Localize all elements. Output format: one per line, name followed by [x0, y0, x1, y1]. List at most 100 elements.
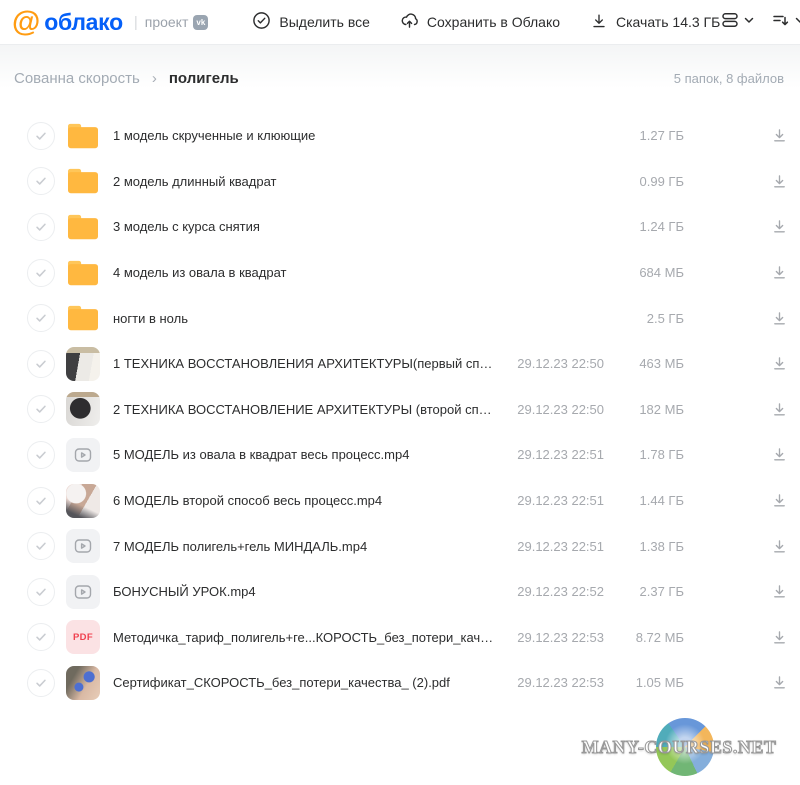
- file-row[interactable]: 2 ТЕХНИКА ВОССТАНОВЛЕНИЕ АРХИТЕКТУРЫ (вт…: [0, 387, 800, 433]
- save-to-cloud-label: Сохранить в Облако: [427, 14, 560, 30]
- folder-icon: [66, 303, 100, 333]
- toolbar-actions: Выделить все Сохранить в Облако Скачать …: [252, 11, 720, 33]
- row-download-button[interactable]: [770, 400, 788, 418]
- file-row[interactable]: PDF Методичка_тариф_полигель+ге...КОРОСТ…: [0, 615, 800, 661]
- file-name[interactable]: ногти в ноль: [113, 311, 496, 326]
- row-checkbox[interactable]: [27, 167, 55, 195]
- file-icon-cell: PDF: [66, 620, 100, 654]
- file-name[interactable]: Методичка_тариф_полигель+ге...КОРОСТЬ_бе…: [113, 630, 496, 645]
- row-checkbox[interactable]: [27, 669, 55, 697]
- file-name[interactable]: Сертификат_СКОРОСТЬ_без_потери_качества_…: [113, 675, 496, 690]
- row-checkbox[interactable]: [27, 487, 55, 515]
- file-date: 29.12.23 22:51: [496, 447, 604, 462]
- row-download-button[interactable]: [770, 583, 788, 601]
- row-checkbox[interactable]: [27, 395, 55, 423]
- file-size: 1.27 ГБ: [604, 128, 684, 143]
- row-checkbox[interactable]: [27, 213, 55, 241]
- file-size: 2.37 ГБ: [604, 584, 684, 599]
- row-download-button[interactable]: [770, 537, 788, 555]
- file-name[interactable]: 3 модель с курса снятия: [113, 219, 496, 234]
- download-icon: [771, 310, 788, 327]
- file-name[interactable]: 2 модель длинный квадрат: [113, 174, 496, 189]
- file-name[interactable]: 4 модель из овала в квадрат: [113, 265, 496, 280]
- file-row[interactable]: 1 ТЕХНИКА ВОССТАНОВЛЕНИЯ АРХИТЕКТУРЫ(пер…: [0, 341, 800, 387]
- download-icon: [590, 12, 608, 33]
- file-row[interactable]: БОНУСНЫЙ УРОК.mp4 29.12.23 22:52 2.37 ГБ: [0, 569, 800, 615]
- file-row[interactable]: 1 модель скрученные и клюющие 1.27 ГБ: [0, 113, 800, 159]
- file-row[interactable]: 3 модель с курса снятия 1.24 ГБ: [0, 204, 800, 250]
- breadcrumb-parent-link[interactable]: Сованна скорость: [14, 70, 140, 87]
- row-checkbox[interactable]: [27, 623, 55, 651]
- file-row[interactable]: ногти в ноль 2.5 ГБ: [0, 295, 800, 341]
- row-checkbox[interactable]: [27, 532, 55, 560]
- list-view-icon: [720, 10, 740, 35]
- row-download-button[interactable]: [770, 446, 788, 464]
- row-checkbox[interactable]: [27, 122, 55, 150]
- brand-divider: |: [134, 14, 138, 31]
- row-download-button[interactable]: [770, 492, 788, 510]
- download-icon: [771, 401, 788, 418]
- download-icon: [771, 355, 788, 372]
- file-date: 29.12.23 22:53: [496, 675, 604, 690]
- check-circle-icon: [252, 11, 271, 33]
- file-name[interactable]: 2 ТЕХНИКА ВОССТАНОВЛЕНИЕ АРХИТЕКТУРЫ (вт…: [113, 402, 496, 417]
- cloud-logo[interactable]: @ облако | проект vk: [12, 8, 208, 37]
- file-size: 1.38 ГБ: [604, 539, 684, 554]
- file-thumbnail: [66, 347, 100, 381]
- project-label: проект: [145, 14, 189, 30]
- file-row[interactable]: 4 модель из овала в квадрат 684 МБ: [0, 250, 800, 296]
- row-download-button[interactable]: [770, 309, 788, 327]
- sort-button[interactable]: [771, 10, 800, 35]
- download-all-button[interactable]: Скачать 14.3 ГБ: [590, 12, 720, 33]
- row-download-button[interactable]: [770, 674, 788, 692]
- file-name[interactable]: 7 МОДЕЛЬ полигель+гель МИНДАЛЬ.mp4: [113, 539, 496, 554]
- file-size: 1.78 ГБ: [604, 447, 684, 462]
- row-checkbox[interactable]: [27, 304, 55, 332]
- file-name[interactable]: 1 ТЕХНИКА ВОССТАНОВЛЕНИЯ АРХИТЕКТУРЫ(пер…: [113, 356, 496, 371]
- file-date: 29.12.23 22:51: [496, 539, 604, 554]
- folder-icon: [66, 121, 100, 151]
- row-download-button[interactable]: [770, 127, 788, 145]
- row-checkbox[interactable]: [27, 350, 55, 378]
- select-all-button[interactable]: Выделить все: [252, 11, 370, 33]
- download-icon: [771, 538, 788, 555]
- row-download-button[interactable]: [770, 355, 788, 373]
- file-thumbnail: [66, 484, 100, 518]
- check-icon: [34, 311, 48, 325]
- download-icon: [771, 173, 788, 190]
- file-name[interactable]: 5 МОДЕЛЬ из овала в квадрат весь процесс…: [113, 447, 496, 462]
- file-name[interactable]: БОНУСНЫЙ УРОК.mp4: [113, 584, 496, 599]
- row-checkbox[interactable]: [27, 441, 55, 469]
- save-to-cloud-button[interactable]: Сохранить в Облако: [400, 11, 560, 33]
- file-row[interactable]: 6 МОДЕЛЬ второй способ весь процесс.mp4 …: [0, 478, 800, 524]
- file-icon-cell: [66, 164, 100, 198]
- file-name[interactable]: 6 МОДЕЛЬ второй способ весь процесс.mp4: [113, 493, 496, 508]
- video-file-icon: [66, 575, 100, 609]
- file-icon-cell: [66, 438, 100, 472]
- row-download-button[interactable]: [770, 172, 788, 190]
- row-checkbox[interactable]: [27, 259, 55, 287]
- download-icon: [771, 674, 788, 691]
- file-thumbnail: [66, 666, 100, 700]
- view-switcher-button[interactable]: [720, 10, 755, 35]
- top-toolbar: @ облако | проект vk Выделить все Сохран…: [0, 0, 800, 45]
- file-row[interactable]: 5 МОДЕЛЬ из овала в квадрат весь процесс…: [0, 432, 800, 478]
- file-name[interactable]: 1 модель скрученные и клюющие: [113, 128, 496, 143]
- file-row[interactable]: 7 МОДЕЛЬ полигель+гель МИНДАЛЬ.mp4 29.12…: [0, 523, 800, 569]
- file-row[interactable]: 2 модель длинный квадрат 0.99 ГБ: [0, 159, 800, 205]
- check-icon: [34, 357, 48, 371]
- row-download-button[interactable]: [770, 264, 788, 282]
- file-icon-cell: [66, 484, 100, 518]
- file-row[interactable]: Сертификат_СКОРОСТЬ_без_потери_качества_…: [0, 660, 800, 706]
- file-size: 1.44 ГБ: [604, 493, 684, 508]
- check-icon: [34, 129, 48, 143]
- brand-name: облако: [44, 9, 123, 36]
- check-icon: [34, 266, 48, 280]
- row-checkbox[interactable]: [27, 578, 55, 606]
- file-icon-cell: [66, 575, 100, 609]
- row-download-button[interactable]: [770, 218, 788, 236]
- file-icon-cell: [66, 666, 100, 700]
- row-download-button[interactable]: [770, 628, 788, 646]
- video-file-icon: [66, 529, 100, 563]
- pdf-file-icon: PDF: [66, 620, 100, 654]
